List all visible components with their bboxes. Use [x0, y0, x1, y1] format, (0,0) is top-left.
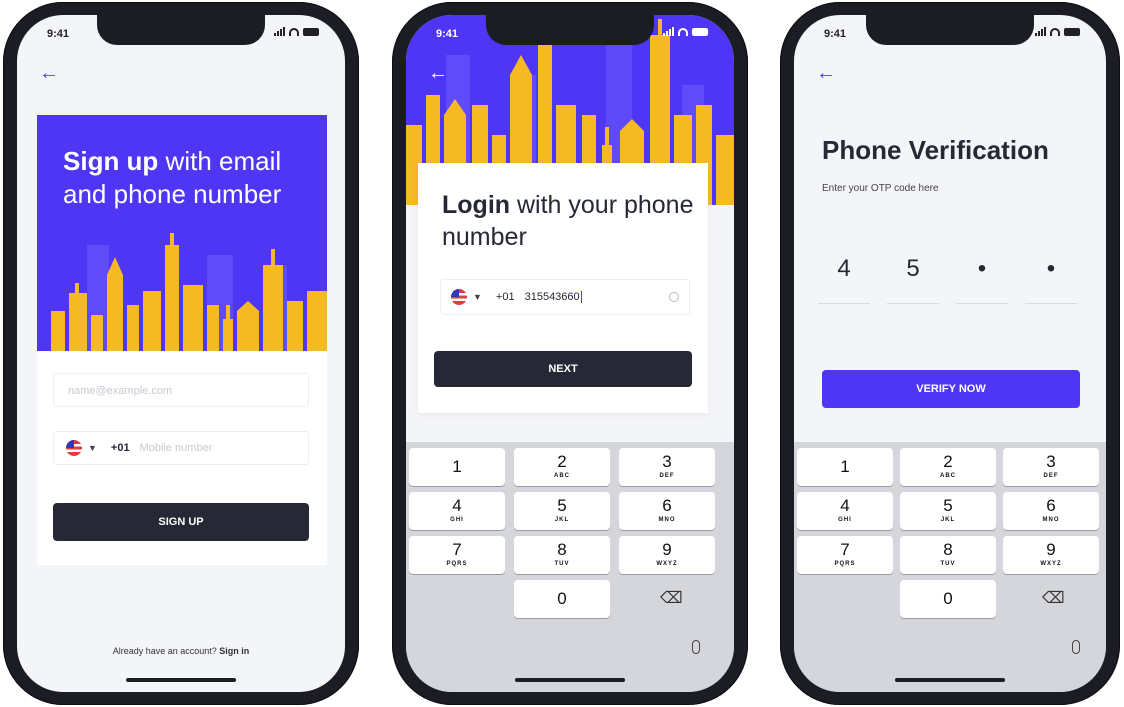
key-6[interactable]: 6 MNO — [1003, 492, 1099, 530]
email-field[interactable]: name@example.com — [53, 373, 309, 407]
signal-icon — [1035, 27, 1046, 36]
signal-icon — [274, 27, 285, 36]
key-8[interactable]: 8 TUV — [514, 536, 610, 574]
phone-frame-signup: 9:41 ← Sign up with email and phone numb… — [3, 2, 359, 705]
battery-icon — [692, 28, 708, 36]
sign-in-prompt: Already have an account? Sign in — [17, 646, 345, 656]
status-icons — [663, 27, 708, 36]
wifi-icon — [289, 28, 299, 36]
numeric-keypad: 1 2 ABC 3 DEF 4 GHI 5 JKL 6 MNO 7 PQRS 8 TUV 9W… — [794, 442, 1106, 692]
sign-in-link[interactable]: Sign in — [219, 646, 249, 656]
key-7[interactable]: 7 PQRS — [409, 536, 505, 574]
clear-icon[interactable] — [669, 292, 679, 302]
city-skyline-illustration — [51, 233, 327, 351]
dropdown-caret-icon[interactable]: ▼ — [88, 443, 97, 453]
status-time: 9:41 — [436, 28, 459, 40]
key-5[interactable]: 5 JKL — [514, 492, 610, 530]
battery-icon — [1064, 28, 1080, 36]
email-placeholder: name@example.com — [68, 385, 173, 397]
page-subtitle: Enter your OTP code here — [822, 183, 939, 194]
home-indicator — [126, 678, 236, 682]
mobile-placeholder: Mobile number — [139, 442, 213, 454]
verify-now-button[interactable]: VERIFY NOW — [822, 370, 1080, 408]
phone-frame-verification: 9:41 ← Phone Verification Enter your OTP… — [780, 2, 1120, 705]
key-0[interactable]: 0 — [900, 580, 996, 618]
signup-hero: Sign up with email and phone number — [37, 115, 327, 351]
mobile-number-field[interactable]: ▼ +01 Mobile number — [53, 431, 309, 465]
key-0[interactable]: 0 — [514, 580, 610, 618]
otp-underline — [818, 303, 870, 304]
notch — [866, 15, 1034, 45]
key-1[interactable]: 1 — [409, 448, 505, 486]
home-indicator — [895, 678, 1005, 682]
country-code[interactable]: +01 — [111, 442, 130, 454]
us-flag-icon — [451, 289, 467, 305]
login-card: Login with your phone number ▼ +01 31554… — [418, 163, 708, 413]
wifi-icon — [1050, 28, 1060, 36]
numeric-keypad: 1 2 ABC 3 DEF 4 GHI 5 JKL 6 MNO 7 PQRS 8 TUV 9W… — [406, 442, 734, 692]
footer-text: Already have an account? — [112, 646, 217, 656]
key-4[interactable]: 4 GHI — [409, 492, 505, 530]
otp-digit-1[interactable]: 4 — [818, 255, 870, 283]
otp-digit-3[interactable]: • — [956, 255, 1008, 283]
signup-screen: 9:41 ← Sign up with email and phone numb… — [17, 15, 345, 692]
key-2[interactable]: 2 ABC — [514, 448, 610, 486]
status-time: 9:41 — [824, 28, 847, 40]
back-arrow-icon[interactable]: ← — [816, 63, 836, 83]
dropdown-caret-icon[interactable]: ▼ — [473, 292, 482, 302]
key-2[interactable]: 2 ABC — [900, 448, 996, 486]
status-time: 9:41 — [47, 28, 70, 40]
us-flag-icon — [66, 440, 82, 456]
sign-up-button[interactable]: SIGN UP — [53, 503, 309, 541]
login-heading: Login with your phone number — [442, 191, 694, 251]
key-6[interactable]: 6 MNO — [619, 492, 715, 530]
notch — [486, 15, 654, 45]
phone-number-field[interactable]: ▼ +01 315543660 — [440, 279, 690, 315]
notch — [97, 15, 265, 45]
key-7[interactable]: 7 PQRS — [797, 536, 893, 574]
otp-digit-2[interactable]: 5 — [887, 255, 939, 283]
delete-key-icon[interactable]: ⌫ — [660, 588, 683, 608]
otp-digit-4[interactable]: • — [1025, 255, 1077, 283]
status-icons — [274, 27, 319, 36]
country-code[interactable]: +01 — [496, 291, 515, 303]
key-5[interactable]: 5 JKL — [900, 492, 996, 530]
key-3[interactable]: 3 DEF — [619, 448, 715, 486]
next-button[interactable]: NEXT — [434, 351, 692, 387]
otp-underline — [887, 303, 939, 304]
delete-key-icon[interactable]: ⌫ — [1042, 588, 1065, 608]
microphone-icon[interactable] — [692, 640, 700, 654]
microphone-icon[interactable] — [1072, 640, 1080, 654]
key-9[interactable]: 9 WXYZ — [1003, 536, 1099, 574]
phone-number-value[interactable]: 315543660 — [525, 291, 582, 303]
phone-frame-login: 9:41 ← Login with your phone number ▼ +0… — [392, 2, 748, 705]
key-3[interactable]: 3 DEF — [1003, 448, 1099, 486]
battery-icon — [303, 28, 319, 36]
signup-card: Sign up with email and phone number name… — [37, 115, 327, 565]
login-screen: 9:41 ← Login with your phone number ▼ +0… — [406, 15, 734, 692]
back-arrow-icon[interactable]: ← — [39, 63, 59, 83]
home-indicator — [515, 678, 625, 682]
key-9[interactable]: 9 WXYZ — [619, 536, 715, 574]
signal-icon — [663, 27, 674, 36]
otp-underline — [956, 303, 1008, 304]
verification-screen: 9:41 ← Phone Verification Enter your OTP… — [794, 15, 1106, 692]
wifi-icon — [678, 28, 688, 36]
status-icons — [1035, 27, 1080, 36]
otp-underline — [1025, 303, 1077, 304]
key-4[interactable]: 4 GHI — [797, 492, 893, 530]
key-1[interactable]: 1 — [797, 448, 893, 486]
back-arrow-icon[interactable]: ← — [428, 63, 448, 83]
page-title: Phone Verification — [822, 135, 1049, 165]
key-8[interactable]: 8 TUV — [900, 536, 996, 574]
